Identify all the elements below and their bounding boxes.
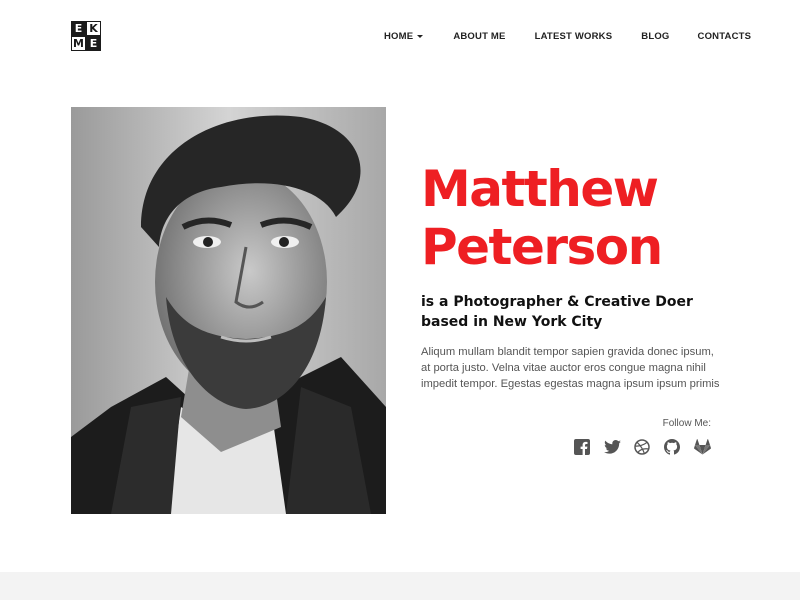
logo-letter: E xyxy=(71,21,86,36)
dribbble-icon xyxy=(634,439,650,455)
logo-letter: K xyxy=(86,21,101,36)
follow-label: Follow Me: xyxy=(662,418,711,429)
dribbble-link[interactable] xyxy=(632,437,652,457)
hero-tagline: is a Photographer & Creative Doer based … xyxy=(421,292,741,332)
hero-description: Aliqum mullam blandit tempor sapien grav… xyxy=(421,346,720,390)
nav-item-contacts[interactable]: CONTACTS xyxy=(698,31,752,42)
gitlab-link[interactable] xyxy=(692,437,712,457)
hero-name: Matthew Peterson xyxy=(421,160,751,276)
nav-item-latest-works[interactable]: LATEST WORKS xyxy=(535,31,613,42)
nav-item-blog[interactable]: BLOG xyxy=(641,31,669,42)
github-icon xyxy=(664,439,680,455)
nav-item-home[interactable]: HOME xyxy=(384,31,424,42)
hero-last-name: Peterson xyxy=(421,218,663,276)
tagline-line: based in New York City xyxy=(421,314,603,330)
twitter-icon xyxy=(603,440,621,454)
caret-down-icon xyxy=(417,35,424,38)
logo-letter: M xyxy=(71,36,86,51)
footer-band xyxy=(0,572,800,600)
facebook-link[interactable] xyxy=(572,437,592,457)
hero-first-name: Matthew xyxy=(421,160,659,218)
portrait-illustration xyxy=(71,107,386,514)
github-link[interactable] xyxy=(662,437,682,457)
tagline-line: is a Photographer & Creative Doer xyxy=(421,294,693,310)
portrait-photo xyxy=(71,107,386,514)
site-logo[interactable]: E K M E xyxy=(71,21,101,51)
site-header: E K M E HOME ABOUT ME LATEST WORKS BLOG … xyxy=(0,0,800,75)
gitlab-icon xyxy=(693,439,711,455)
nav-item-label: HOME xyxy=(384,31,414,42)
social-links xyxy=(572,437,712,457)
facebook-icon xyxy=(574,439,590,455)
twitter-link[interactable] xyxy=(602,437,622,457)
main-nav: HOME ABOUT ME LATEST WORKS BLOG CONTACTS xyxy=(384,31,751,42)
logo-letter: E xyxy=(86,36,101,51)
nav-item-about-me[interactable]: ABOUT ME xyxy=(453,31,505,42)
